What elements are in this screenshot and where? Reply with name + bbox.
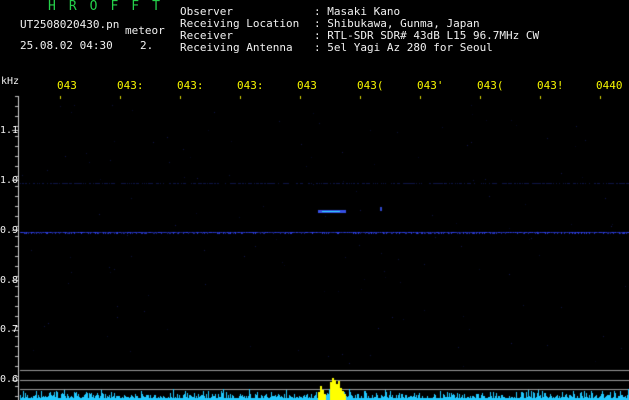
time-tick-label: 043 <box>57 79 77 92</box>
time-tick-label: 043' <box>417 79 444 92</box>
freq-tick-label: 0.7 <box>0 324 19 335</box>
file-name: UT2508020430.pn <box>20 18 120 31</box>
spectrogram-canvas <box>0 0 629 400</box>
time-tick-label: 043: <box>177 79 204 92</box>
freq-tick-label: 0.6 <box>0 374 19 385</box>
time-tick-label: 0440 <box>596 79 623 92</box>
time-tick-label: 043( <box>477 79 504 92</box>
freq-tick-label: 1.0 <box>0 175 19 186</box>
app-brand: HROFFT <box>48 0 173 14</box>
freq-tick-label: 0.9 <box>0 225 19 236</box>
time-tick-label: 043! <box>537 79 564 92</box>
page-indicator: 2. <box>140 39 154 52</box>
time-tick-label: 043: <box>117 79 144 92</box>
antenna-value: : 5el Yagi Az 280 for Seoul <box>314 41 493 54</box>
detection-label: meteor <box>125 24 165 37</box>
time-tick-label: 043( <box>357 79 384 92</box>
freq-tick-label: 1.1 <box>0 125 19 136</box>
frequency-unit-label: kHz <box>1 76 20 87</box>
time-tick-label: 043 <box>297 79 317 92</box>
antenna-label: Receiving Antenna <box>180 41 293 54</box>
freq-tick-label: 0.8 <box>0 275 19 286</box>
timestamp: 25.08.02 04:30 <box>20 39 113 52</box>
time-tick-label: 043: <box>237 79 264 92</box>
